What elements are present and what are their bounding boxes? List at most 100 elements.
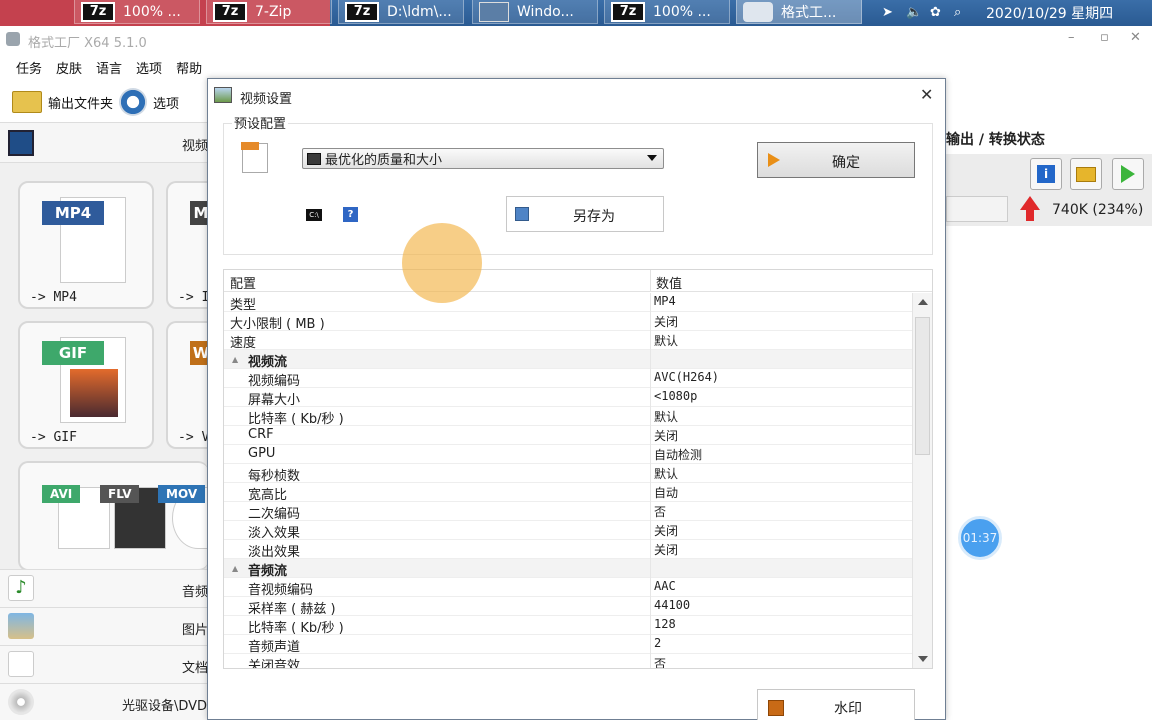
minimize-button[interactable]: – [1068,30,1075,45]
7z-icon: 7z [345,1,379,22]
grid-row-value[interactable]: 自动 [654,484,678,501]
grid-section-row[interactable]: ▲ 视频流 [224,350,912,370]
scroll-down-icon[interactable] [918,656,928,662]
category-image[interactable]: 图片 [0,607,210,645]
document-edit-icon [8,651,34,677]
grid-row-value[interactable]: 默认 [654,332,678,349]
taskbar: 7z 100% ... 7z 7-Zip 7z D:\ldm\... Windo… [0,0,1152,26]
grid-row-value[interactable]: <1080p [654,389,697,403]
grid-row-value[interactable]: 128 [654,617,676,631]
category-dvd[interactable]: 光驱设备\DVD [0,683,210,720]
grid-row-value[interactable]: 关闭 [654,541,678,558]
mp4-file-icon [241,142,268,173]
grid-row-value[interactable]: AVC(H264) [654,370,719,384]
dialog-titlebar: 视频设置 ✕ [208,79,945,111]
category-document[interactable]: 文档 [0,645,210,683]
grid-row[interactable]: 采样率 ( 赫兹 ) 44100 [224,597,912,617]
info-button[interactable]: i [1030,158,1062,190]
category-audio[interactable]: ♪ 音频 [0,569,210,607]
watermark-button[interactable]: 水印 [757,689,915,720]
grid-row-key: 音频流 [248,564,288,579]
clock[interactable]: 2020/10/29 星期四 [986,3,1113,23]
grid-row-value[interactable]: 关闭 [654,427,678,444]
grid-row[interactable]: 关闭音效 否 [224,654,912,668]
grid-row-value[interactable]: 关闭 [654,522,678,539]
grid-row-value[interactable]: 44100 [654,598,690,612]
mp4-badge: MP4 [42,201,104,225]
taskbar-button-4[interactable]: Windo... [472,0,598,24]
cursor-highlight [402,223,482,303]
menu-options[interactable]: 选项 [136,58,162,77]
taskbar-button-1[interactable]: 7z 100% ... [74,0,200,24]
grid-row[interactable]: 音视频编码 AAC [224,578,912,598]
grid-row-value[interactable]: 关闭 [654,313,678,330]
preset-dropdown[interactable]: 最优化的质量和大小 [302,148,664,169]
grid-row[interactable]: 淡出效果 关闭 [224,540,912,560]
format-tile-partial[interactable]: M -> I [166,181,212,309]
menu-task[interactable]: 任务 [16,58,42,77]
grid-row-value[interactable]: AAC [654,579,676,593]
command-line-icon[interactable]: C:\ [306,209,322,221]
dialog-close-button[interactable]: ✕ [920,85,933,104]
options-gear-icon[interactable] [119,88,148,116]
grid-row-value[interactable]: MP4 [654,294,676,308]
grid-row[interactable]: CRF 关闭 [224,426,912,445]
taskbar-button-6[interactable]: 格式工... [736,0,862,24]
window-title: 格式工厂 X64 5.1.0 [28,36,147,51]
start-button[interactable] [1112,158,1144,190]
taskbar-button-label: 格式工... [781,4,837,21]
grid-row[interactable]: 音频声道 2 [224,635,912,655]
collapse-icon[interactable]: ▲ [232,355,238,364]
grid-row-key: 采样率 ( 赫兹 ) [248,602,336,617]
open-folder-button[interactable] [1070,158,1102,190]
format-tile-multi[interactable]: AVI FLV MOV [18,461,224,571]
save-as-button[interactable]: 另存为 [506,196,664,232]
output-folder-button[interactable]: 输出文件夹 [48,93,113,112]
volume-icon[interactable]: 🔈 [906,6,922,20]
help-icon[interactable]: ? [343,207,358,222]
grid-row[interactable]: 视频编码 AVC(H264) [224,369,912,389]
grid-row[interactable]: 二次编码 否 [224,502,912,522]
grid-row[interactable]: 比特率 ( Kb/秒 ) 默认 [224,407,912,427]
format-tile-partial-2[interactable]: W -> V [166,321,212,449]
taskbar-button-2[interactable]: 7z 7-Zip [206,0,332,24]
grid-row-value[interactable]: 否 [654,503,666,520]
grid-row-value[interactable]: 默认 [654,408,678,425]
video-category-header[interactable]: 视频 [0,123,210,163]
grid-row[interactable]: 类型 MP4 [224,293,912,313]
grid-row-value[interactable]: 默认 [654,465,678,482]
grid-row[interactable]: 速度 默认 [224,331,912,351]
grid-row[interactable]: 宽高比 自动 [224,483,912,503]
folder-icon[interactable] [12,91,42,113]
options-button[interactable]: 选项 [153,93,179,112]
flower-icon[interactable]: ✿ [930,6,944,20]
cursor-icon[interactable]: ➤ [882,6,896,20]
scroll-thumb[interactable] [915,317,930,455]
search-icon[interactable]: ⌕ [954,6,968,20]
grid-cell-separator [650,654,651,668]
maximize-button[interactable]: ▫ [1100,30,1109,45]
grid-row[interactable]: 屏幕大小 <1080p [224,388,912,408]
grid-row[interactable]: 淡入效果 关闭 [224,521,912,541]
close-button[interactable]: ✕ [1130,30,1141,45]
grid-row-value[interactable]: 自动检测 [654,446,702,463]
taskbar-button-3[interactable]: 7z D:\ldm\... [338,0,464,24]
grid-row-key: 每秒桢数 [248,469,301,484]
grid-row-value[interactable]: 2 [654,636,661,650]
format-tile-gif[interactable]: GIF -> GIF [18,321,154,449]
collapse-icon[interactable]: ▲ [232,564,238,573]
ok-button[interactable]: 确定 [757,142,915,178]
scroll-up-icon[interactable] [918,299,928,305]
taskbar-button-5[interactable]: 7z 100% ... [604,0,730,24]
grid-row[interactable]: 每秒桢数 默认 [224,464,912,484]
menu-help[interactable]: 帮助 [176,58,202,77]
grid-row[interactable]: GPU 自动检测 [224,445,912,464]
grid-row-value[interactable]: 否 [654,655,666,668]
menu-language[interactable]: 语言 [96,58,122,77]
grid-row[interactable]: 大小限制 ( MB ) 关闭 [224,312,912,332]
grid-section-row[interactable]: ▲ 音频流 [224,559,912,579]
grid-scrollbar[interactable] [912,293,932,668]
grid-row[interactable]: 比特率 ( Kb/秒 ) 128 [224,616,912,636]
menu-skin[interactable]: 皮肤 [56,58,82,77]
format-tile-mp4[interactable]: MP4 -> MP4 [18,181,154,309]
